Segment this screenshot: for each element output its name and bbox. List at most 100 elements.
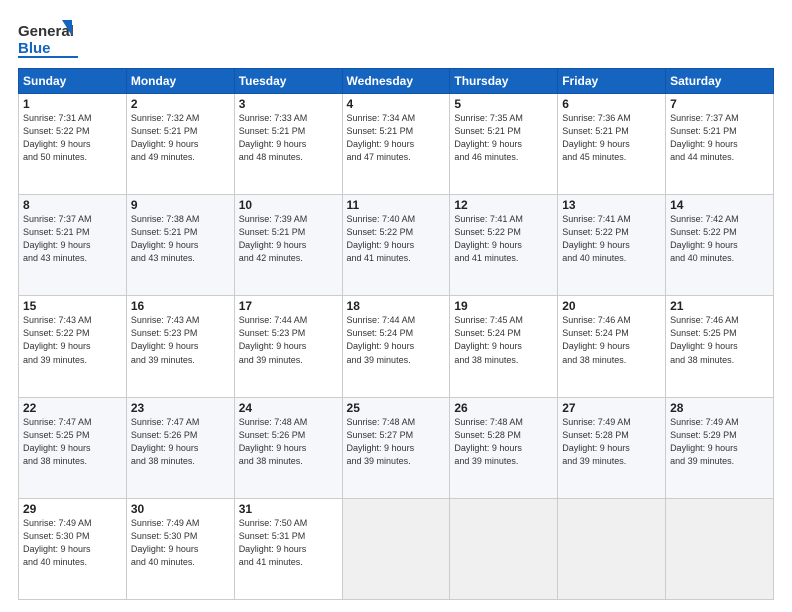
calendar-header-monday: Monday bbox=[126, 69, 234, 94]
day-number: 23 bbox=[131, 401, 230, 415]
day-info: Sunrise: 7:48 AM Sunset: 5:26 PM Dayligh… bbox=[239, 416, 338, 468]
day-info: Sunrise: 7:42 AM Sunset: 5:22 PM Dayligh… bbox=[670, 213, 769, 265]
calendar-cell: 23Sunrise: 7:47 AM Sunset: 5:26 PM Dayli… bbox=[126, 397, 234, 498]
calendar-cell: 22Sunrise: 7:47 AM Sunset: 5:25 PM Dayli… bbox=[19, 397, 127, 498]
day-number: 20 bbox=[562, 299, 661, 313]
calendar-cell: 25Sunrise: 7:48 AM Sunset: 5:27 PM Dayli… bbox=[342, 397, 450, 498]
day-number: 13 bbox=[562, 198, 661, 212]
header: GeneralBlue bbox=[18, 18, 774, 60]
day-number: 16 bbox=[131, 299, 230, 313]
day-info: Sunrise: 7:44 AM Sunset: 5:24 PM Dayligh… bbox=[347, 314, 446, 366]
calendar-cell: 10Sunrise: 7:39 AM Sunset: 5:21 PM Dayli… bbox=[234, 195, 342, 296]
day-info: Sunrise: 7:47 AM Sunset: 5:26 PM Dayligh… bbox=[131, 416, 230, 468]
day-info: Sunrise: 7:49 AM Sunset: 5:30 PM Dayligh… bbox=[23, 517, 122, 569]
day-info: Sunrise: 7:41 AM Sunset: 5:22 PM Dayligh… bbox=[562, 213, 661, 265]
day-number: 19 bbox=[454, 299, 553, 313]
calendar-cell: 30Sunrise: 7:49 AM Sunset: 5:30 PM Dayli… bbox=[126, 498, 234, 599]
calendar-cell: 15Sunrise: 7:43 AM Sunset: 5:22 PM Dayli… bbox=[19, 296, 127, 397]
day-number: 12 bbox=[454, 198, 553, 212]
calendar-cell: 19Sunrise: 7:45 AM Sunset: 5:24 PM Dayli… bbox=[450, 296, 558, 397]
day-info: Sunrise: 7:37 AM Sunset: 5:21 PM Dayligh… bbox=[23, 213, 122, 265]
calendar-week-4: 22Sunrise: 7:47 AM Sunset: 5:25 PM Dayli… bbox=[19, 397, 774, 498]
day-number: 2 bbox=[131, 97, 230, 111]
svg-text:Blue: Blue bbox=[18, 40, 51, 57]
day-number: 30 bbox=[131, 502, 230, 516]
day-info: Sunrise: 7:43 AM Sunset: 5:23 PM Dayligh… bbox=[131, 314, 230, 366]
calendar-cell bbox=[450, 498, 558, 599]
calendar-week-5: 29Sunrise: 7:49 AM Sunset: 5:30 PM Dayli… bbox=[19, 498, 774, 599]
day-number: 8 bbox=[23, 198, 122, 212]
day-info: Sunrise: 7:36 AM Sunset: 5:21 PM Dayligh… bbox=[562, 112, 661, 164]
day-info: Sunrise: 7:41 AM Sunset: 5:22 PM Dayligh… bbox=[454, 213, 553, 265]
calendar-cell: 8Sunrise: 7:37 AM Sunset: 5:21 PM Daylig… bbox=[19, 195, 127, 296]
calendar-cell: 16Sunrise: 7:43 AM Sunset: 5:23 PM Dayli… bbox=[126, 296, 234, 397]
day-info: Sunrise: 7:38 AM Sunset: 5:21 PM Dayligh… bbox=[131, 213, 230, 265]
calendar-cell bbox=[342, 498, 450, 599]
calendar-cell: 27Sunrise: 7:49 AM Sunset: 5:28 PM Dayli… bbox=[558, 397, 666, 498]
calendar-cell bbox=[558, 498, 666, 599]
day-number: 26 bbox=[454, 401, 553, 415]
calendar-cell: 20Sunrise: 7:46 AM Sunset: 5:24 PM Dayli… bbox=[558, 296, 666, 397]
calendar-header-sunday: Sunday bbox=[19, 69, 127, 94]
day-info: Sunrise: 7:46 AM Sunset: 5:24 PM Dayligh… bbox=[562, 314, 661, 366]
day-number: 22 bbox=[23, 401, 122, 415]
calendar-week-3: 15Sunrise: 7:43 AM Sunset: 5:22 PM Dayli… bbox=[19, 296, 774, 397]
day-number: 27 bbox=[562, 401, 661, 415]
day-info: Sunrise: 7:40 AM Sunset: 5:22 PM Dayligh… bbox=[347, 213, 446, 265]
page: GeneralBlue SundayMondayTuesdayWednesday… bbox=[0, 0, 792, 612]
calendar-cell: 31Sunrise: 7:50 AM Sunset: 5:31 PM Dayli… bbox=[234, 498, 342, 599]
day-number: 14 bbox=[670, 198, 769, 212]
calendar-cell: 13Sunrise: 7:41 AM Sunset: 5:22 PM Dayli… bbox=[558, 195, 666, 296]
day-info: Sunrise: 7:45 AM Sunset: 5:24 PM Dayligh… bbox=[454, 314, 553, 366]
calendar-cell: 3Sunrise: 7:33 AM Sunset: 5:21 PM Daylig… bbox=[234, 94, 342, 195]
day-info: Sunrise: 7:32 AM Sunset: 5:21 PM Dayligh… bbox=[131, 112, 230, 164]
day-info: Sunrise: 7:48 AM Sunset: 5:27 PM Dayligh… bbox=[347, 416, 446, 468]
day-number: 24 bbox=[239, 401, 338, 415]
calendar-cell: 21Sunrise: 7:46 AM Sunset: 5:25 PM Dayli… bbox=[666, 296, 774, 397]
day-info: Sunrise: 7:33 AM Sunset: 5:21 PM Dayligh… bbox=[239, 112, 338, 164]
calendar-cell: 6Sunrise: 7:36 AM Sunset: 5:21 PM Daylig… bbox=[558, 94, 666, 195]
logo: GeneralBlue bbox=[18, 18, 78, 60]
calendar-cell: 29Sunrise: 7:49 AM Sunset: 5:30 PM Dayli… bbox=[19, 498, 127, 599]
day-number: 3 bbox=[239, 97, 338, 111]
calendar-week-2: 8Sunrise: 7:37 AM Sunset: 5:21 PM Daylig… bbox=[19, 195, 774, 296]
day-info: Sunrise: 7:49 AM Sunset: 5:30 PM Dayligh… bbox=[131, 517, 230, 569]
day-number: 21 bbox=[670, 299, 769, 313]
day-info: Sunrise: 7:43 AM Sunset: 5:22 PM Dayligh… bbox=[23, 314, 122, 366]
day-number: 31 bbox=[239, 502, 338, 516]
calendar-header-saturday: Saturday bbox=[666, 69, 774, 94]
calendar-cell: 9Sunrise: 7:38 AM Sunset: 5:21 PM Daylig… bbox=[126, 195, 234, 296]
day-number: 28 bbox=[670, 401, 769, 415]
calendar-header-wednesday: Wednesday bbox=[342, 69, 450, 94]
calendar-cell: 17Sunrise: 7:44 AM Sunset: 5:23 PM Dayli… bbox=[234, 296, 342, 397]
day-info: Sunrise: 7:37 AM Sunset: 5:21 PM Dayligh… bbox=[670, 112, 769, 164]
calendar-table: SundayMondayTuesdayWednesdayThursdayFrid… bbox=[18, 68, 774, 600]
day-number: 6 bbox=[562, 97, 661, 111]
day-info: Sunrise: 7:49 AM Sunset: 5:29 PM Dayligh… bbox=[670, 416, 769, 468]
day-info: Sunrise: 7:35 AM Sunset: 5:21 PM Dayligh… bbox=[454, 112, 553, 164]
day-info: Sunrise: 7:31 AM Sunset: 5:22 PM Dayligh… bbox=[23, 112, 122, 164]
day-info: Sunrise: 7:49 AM Sunset: 5:28 PM Dayligh… bbox=[562, 416, 661, 468]
calendar-cell bbox=[666, 498, 774, 599]
calendar-header-thursday: Thursday bbox=[450, 69, 558, 94]
day-info: Sunrise: 7:47 AM Sunset: 5:25 PM Dayligh… bbox=[23, 416, 122, 468]
day-info: Sunrise: 7:50 AM Sunset: 5:31 PM Dayligh… bbox=[239, 517, 338, 569]
day-number: 4 bbox=[347, 97, 446, 111]
day-number: 25 bbox=[347, 401, 446, 415]
calendar-cell: 1Sunrise: 7:31 AM Sunset: 5:22 PM Daylig… bbox=[19, 94, 127, 195]
day-number: 29 bbox=[23, 502, 122, 516]
calendar-cell: 7Sunrise: 7:37 AM Sunset: 5:21 PM Daylig… bbox=[666, 94, 774, 195]
day-info: Sunrise: 7:44 AM Sunset: 5:23 PM Dayligh… bbox=[239, 314, 338, 366]
calendar-cell: 12Sunrise: 7:41 AM Sunset: 5:22 PM Dayli… bbox=[450, 195, 558, 296]
calendar-cell: 28Sunrise: 7:49 AM Sunset: 5:29 PM Dayli… bbox=[666, 397, 774, 498]
calendar-cell: 4Sunrise: 7:34 AM Sunset: 5:21 PM Daylig… bbox=[342, 94, 450, 195]
calendar-cell: 2Sunrise: 7:32 AM Sunset: 5:21 PM Daylig… bbox=[126, 94, 234, 195]
day-info: Sunrise: 7:34 AM Sunset: 5:21 PM Dayligh… bbox=[347, 112, 446, 164]
calendar-header-row: SundayMondayTuesdayWednesdayThursdayFrid… bbox=[19, 69, 774, 94]
calendar-cell: 24Sunrise: 7:48 AM Sunset: 5:26 PM Dayli… bbox=[234, 397, 342, 498]
calendar-cell: 5Sunrise: 7:35 AM Sunset: 5:21 PM Daylig… bbox=[450, 94, 558, 195]
calendar-cell: 11Sunrise: 7:40 AM Sunset: 5:22 PM Dayli… bbox=[342, 195, 450, 296]
day-number: 10 bbox=[239, 198, 338, 212]
day-info: Sunrise: 7:46 AM Sunset: 5:25 PM Dayligh… bbox=[670, 314, 769, 366]
day-number: 5 bbox=[454, 97, 553, 111]
